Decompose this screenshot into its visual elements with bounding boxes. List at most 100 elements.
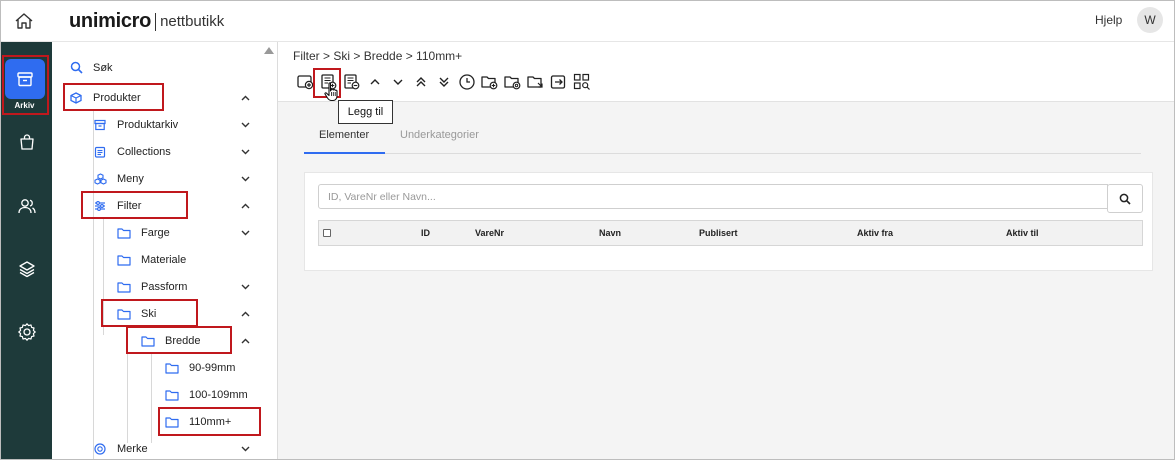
icon-rail: Arkiv <box>1 42 52 459</box>
chevron-down-icon[interactable] <box>239 227 251 239</box>
tree-item-110mm-plus[interactable]: 110mm+ <box>165 408 231 435</box>
avatar[interactable]: W <box>1137 7 1163 33</box>
move-down-button[interactable] <box>387 72 409 92</box>
folder-icon <box>117 307 131 321</box>
chevron-up-icon[interactable] <box>239 335 251 347</box>
chevron-down-icon[interactable] <box>239 119 251 131</box>
column-header-aktiv-til[interactable]: Aktiv til <box>1006 228 1039 238</box>
chevron-down-icon[interactable] <box>239 146 251 158</box>
tree-item-merke[interactable]: Merke <box>93 435 251 459</box>
tree-item-label: Merke <box>117 442 148 455</box>
tree-item-label: Ski <box>141 307 157 320</box>
chevron-up-icon[interactable] <box>239 200 251 212</box>
tree-item-passform[interactable]: Passform <box>117 273 251 300</box>
layers-icon <box>18 261 35 278</box>
tab-bar: Elementer Underkategorier <box>304 122 1141 154</box>
main-content: Filter > Ski > Bredde > 110mm+ Legg til … <box>278 42 1174 459</box>
folder-icon <box>117 280 131 294</box>
folder-icon <box>165 361 179 375</box>
folder-add-button[interactable] <box>479 72 501 92</box>
tree-item-farge[interactable]: Farge <box>117 219 251 246</box>
add-category-button[interactable] <box>295 72 317 92</box>
tree-item-produkter[interactable]: Produkter <box>69 84 251 111</box>
tab-underkategorier[interactable]: Underkategorier <box>400 129 479 141</box>
tree-item-90-99mm[interactable]: 90-99mm <box>165 354 235 381</box>
folder-icon <box>117 253 131 267</box>
scroll-up-icon[interactable] <box>264 47 274 54</box>
chevron-up-icon[interactable] <box>239 92 251 104</box>
tree-item-meny[interactable]: Meny <box>93 165 251 192</box>
column-header-id[interactable]: ID <box>421 228 430 238</box>
tree-item-label: Farge <box>141 226 170 239</box>
move-up-button[interactable] <box>364 72 386 92</box>
select-all-checkbox[interactable] <box>323 229 331 237</box>
tree-item-materiale[interactable]: Materiale <box>117 246 186 273</box>
move-bottom-button[interactable] <box>433 72 455 92</box>
rail-item-settings[interactable] <box>1 312 52 352</box>
tree-item-collections[interactable]: Collections <box>93 138 251 165</box>
logo-sub: nettbutikk <box>160 13 225 30</box>
tree-item-search[interactable]: Søk <box>69 54 113 81</box>
column-header-varenr[interactable]: VareNr <box>475 228 504 238</box>
double-chevron-down-icon <box>439 77 449 87</box>
tree-guide <box>127 326 128 443</box>
tree-item-100-109mm[interactable]: 100-109mm <box>165 381 248 408</box>
help-link[interactable]: Hjelp <box>1095 13 1122 27</box>
folder-icon <box>117 226 131 240</box>
tree-item-label: 100-109mm <box>189 388 248 401</box>
search-button[interactable] <box>1107 184 1143 213</box>
tree-item-filter[interactable]: Filter <box>93 192 251 219</box>
folder-settings-icon <box>504 76 521 90</box>
remove-item-button[interactable] <box>341 72 363 92</box>
column-header-navn[interactable]: Navn <box>599 228 621 238</box>
move-top-button[interactable] <box>410 72 432 92</box>
shopping-bag-icon <box>19 134 34 150</box>
import-button[interactable] <box>548 72 570 92</box>
tree-item-label: Materiale <box>141 253 187 266</box>
rail-item-layers[interactable] <box>1 249 52 289</box>
add-category-icon <box>297 75 314 90</box>
search-icon <box>69 61 83 75</box>
schedule-button[interactable] <box>456 72 478 92</box>
active-tab-indicator <box>304 152 385 154</box>
tree-item-ski[interactable]: Ski <box>117 300 251 327</box>
tree-item-label: Collections <box>117 145 171 158</box>
tree-item-produktarkiv[interactable]: Produktarkiv <box>93 111 251 138</box>
chevron-down-icon[interactable] <box>239 443 251 455</box>
rail-item-shop[interactable] <box>1 122 52 162</box>
chevron-up-icon <box>370 79 380 85</box>
grid-search-icon <box>573 73 590 90</box>
breadcrumb: Filter > Ski > Bredde > 110mm+ <box>293 49 463 63</box>
double-chevron-up-icon <box>416 77 426 87</box>
folder-export-button[interactable] <box>525 72 547 92</box>
column-header-publisert[interactable]: Publisert <box>699 228 738 238</box>
import-icon <box>550 75 566 89</box>
column-header-aktiv-fra[interactable]: Aktiv fra <box>857 228 893 238</box>
clock-icon <box>459 74 475 90</box>
folder-settings-button[interactable] <box>502 72 524 92</box>
sliders-icon <box>93 199 107 213</box>
rail-item-archive[interactable] <box>5 59 45 99</box>
tree-item-label: Produktarkiv <box>117 118 179 131</box>
rail-archive-label: Arkiv <box>14 101 35 110</box>
hand-cursor-icon <box>324 82 338 102</box>
cube-icon <box>69 91 83 105</box>
tree-guide <box>103 218 104 335</box>
archive-icon <box>17 72 33 87</box>
home-button[interactable] <box>11 9 37 33</box>
tree-item-label: Filter <box>117 199 142 212</box>
archive-icon <box>93 118 107 132</box>
chevron-down-icon[interactable] <box>239 281 251 293</box>
chevron-down-icon[interactable] <box>239 173 251 185</box>
chevron-up-icon[interactable] <box>239 308 251 320</box>
grid-search-button[interactable] <box>571 72 593 92</box>
tree-item-bredde[interactable]: Bredde <box>141 327 251 354</box>
chevron-down-icon <box>393 79 403 85</box>
table-header: ID VareNr Navn Publisert Aktiv fra Aktiv… <box>318 220 1143 246</box>
elements-card: ID VareNr Navn Publisert Aktiv fra Aktiv… <box>304 172 1153 271</box>
tab-elementer[interactable]: Elementer <box>319 129 369 141</box>
search-input[interactable] <box>318 184 1108 209</box>
logo: unimicro nettbutikk <box>69 10 224 33</box>
rail-item-users[interactable] <box>1 186 52 226</box>
logo-separator <box>155 12 157 31</box>
